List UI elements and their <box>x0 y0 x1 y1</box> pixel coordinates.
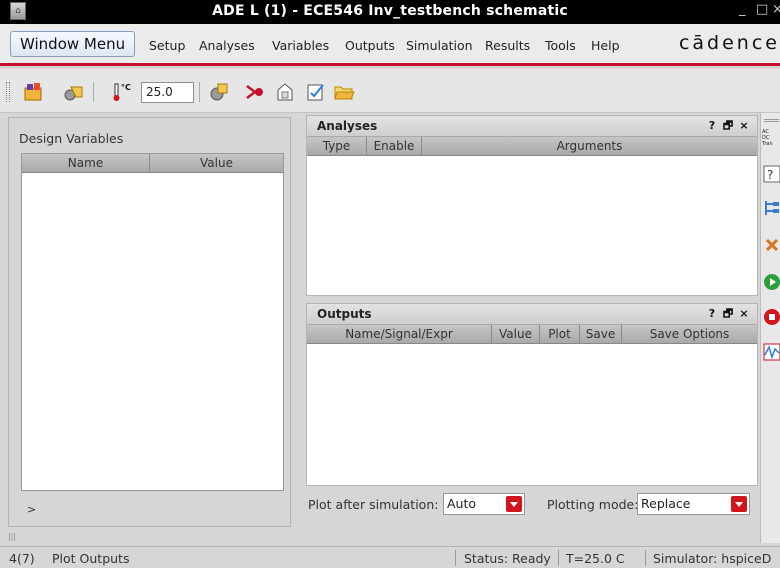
status-state: Status: Ready <box>464 551 551 566</box>
design-variables-table[interactable]: Name Value <box>21 153 284 491</box>
analysis-type-selector[interactable]: AC DC Tran <box>762 129 773 147</box>
status-separator <box>558 550 559 566</box>
right-toolbar: AC DC Tran ? <box>760 113 780 543</box>
status-separator <box>645 550 646 566</box>
close-icon[interactable]: × <box>737 119 751 133</box>
float-icon[interactable]: 🗗 <box>721 119 735 133</box>
edit-variables-icon[interactable] <box>208 81 230 103</box>
status-temperature: T=25.0 C <box>566 551 625 566</box>
expand-icon[interactable]: > <box>27 503 36 516</box>
status-simulator: Simulator: hspiceD <box>653 551 772 566</box>
menu-variables[interactable]: Variables <box>272 38 329 53</box>
table-header: Name Value <box>22 154 283 173</box>
status-message: Plot Outputs <box>52 551 130 566</box>
analyses-table[interactable]: Type Enable Arguments <box>307 137 757 295</box>
plot-options-row: Plot after simulation: Auto Plotting mod… <box>306 486 758 522</box>
plot-after-simulation-label: Plot after simulation: <box>308 497 439 512</box>
open-folder-icon[interactable] <box>333 81 355 103</box>
toolbar-separator <box>199 82 200 102</box>
netlist-icon[interactable] <box>274 81 296 103</box>
netlist-tree-icon[interactable] <box>763 199 780 217</box>
delete-icon[interactable] <box>763 236 780 254</box>
close-icon[interactable]: × <box>737 307 751 321</box>
open-setup-icon[interactable] <box>22 81 44 103</box>
column-header-type[interactable]: Type <box>307 137 367 155</box>
column-header-enable[interactable]: Enable <box>367 137 422 155</box>
outputs-header: Outputs ? 🗗 × <box>307 304 757 325</box>
main-toolbar: °C 25.0 <box>0 69 780 113</box>
minimize-icon[interactable]: _ <box>739 2 746 17</box>
close-icon[interactable]: × <box>772 2 780 17</box>
title-bar: ⌂ ADE L (1) - ECE546 Inv_testbench schem… <box>0 0 780 24</box>
analyses-title: Analyses <box>317 119 378 133</box>
menu-simulation[interactable]: Simulation <box>406 38 473 53</box>
help-icon[interactable]: ? <box>705 307 719 321</box>
choose-analyses-icon[interactable] <box>244 81 266 103</box>
menu-help[interactable]: Help <box>591 38 620 53</box>
column-header-save-options[interactable]: Save Options <box>622 325 757 343</box>
table-header: Type Enable Arguments <box>307 137 757 156</box>
menu-results[interactable]: Results <box>485 38 530 53</box>
menu-tools[interactable]: Tools <box>545 38 576 53</box>
svg-text:?: ? <box>767 168 773 182</box>
toolbar-grip[interactable] <box>6 82 10 102</box>
svg-text:°C: °C <box>121 83 131 92</box>
design-variables-panel: Design Variables Name Value > <box>8 117 291 527</box>
temperature-icon: °C <box>113 83 131 101</box>
column-header-plot[interactable]: Plot <box>540 325 580 343</box>
column-header-save[interactable]: Save <box>580 325 622 343</box>
menu-analyses[interactable]: Analyses <box>199 38 255 53</box>
status-bar: 4(7) Plot Outputs Status: Ready T=25.0 C… <box>0 546 780 568</box>
plot-after-simulation-select[interactable]: Auto <box>443 493 525 515</box>
toolbar-grip[interactable] <box>764 119 779 122</box>
run-simulation-icon[interactable] <box>763 273 780 291</box>
plot-waveform-icon[interactable] <box>763 343 780 361</box>
chevron-down-icon[interactable] <box>731 496 747 512</box>
plotting-mode-select[interactable]: Replace <box>637 493 750 515</box>
plotting-mode-label: Plotting mode: <box>547 497 639 512</box>
plotting-mode-value: Replace <box>641 496 691 511</box>
column-header-arguments[interactable]: Arguments <box>422 137 757 155</box>
temperature-input[interactable]: 25.0 <box>141 82 194 103</box>
analyses-header: Analyses ? 🗗 × <box>307 116 757 137</box>
edit-outputs-icon[interactable] <box>305 81 327 103</box>
load-state-icon[interactable] <box>62 81 84 103</box>
parameter-icon[interactable]: ? <box>763 165 780 183</box>
menu-setup[interactable]: Setup <box>149 38 185 53</box>
column-header-value[interactable]: Value <box>150 154 283 172</box>
stop-simulation-icon[interactable] <box>763 308 780 326</box>
float-icon[interactable]: 🗗 <box>721 307 735 321</box>
design-variables-title: Design Variables <box>19 131 124 146</box>
menu-bar: Window Menu Setup Analyses Variables Out… <box>0 24 780 66</box>
outputs-panel: Outputs ? 🗗 × Name/Signal/Expr Value Plo… <box>306 303 758 486</box>
splitter-handle[interactable]: ||| <box>8 532 16 541</box>
cadence-logo: cādence <box>678 32 780 54</box>
status-separator <box>455 550 456 566</box>
window-title: ADE L (1) - ECE546 Inv_testbench schemat… <box>212 3 568 19</box>
analyses-panel: Analyses ? 🗗 × Type Enable Arguments <box>306 115 758 296</box>
outputs-table[interactable]: Name/Signal/Expr Value Plot Save Save Op… <box>307 325 757 485</box>
column-header-value[interactable]: Value <box>492 325 540 343</box>
outputs-title: Outputs <box>317 307 372 321</box>
column-header-signal[interactable]: Name/Signal/Expr <box>307 325 492 343</box>
status-count: 4(7) <box>9 551 35 566</box>
help-icon[interactable]: ? <box>705 119 719 133</box>
window-menu-button[interactable]: Window Menu <box>10 31 136 57</box>
toolbar-separator <box>93 82 94 102</box>
table-header: Name/Signal/Expr Value Plot Save Save Op… <box>307 325 757 344</box>
column-header-name[interactable]: Name <box>22 154 150 172</box>
maximize-icon[interactable]: □ <box>756 2 768 17</box>
menu-outputs[interactable]: Outputs <box>345 38 395 53</box>
analysis-type-tran[interactable]: Tran <box>762 141 773 147</box>
chevron-down-icon[interactable] <box>506 496 522 512</box>
plot-after-simulation-value: Auto <box>447 496 477 511</box>
